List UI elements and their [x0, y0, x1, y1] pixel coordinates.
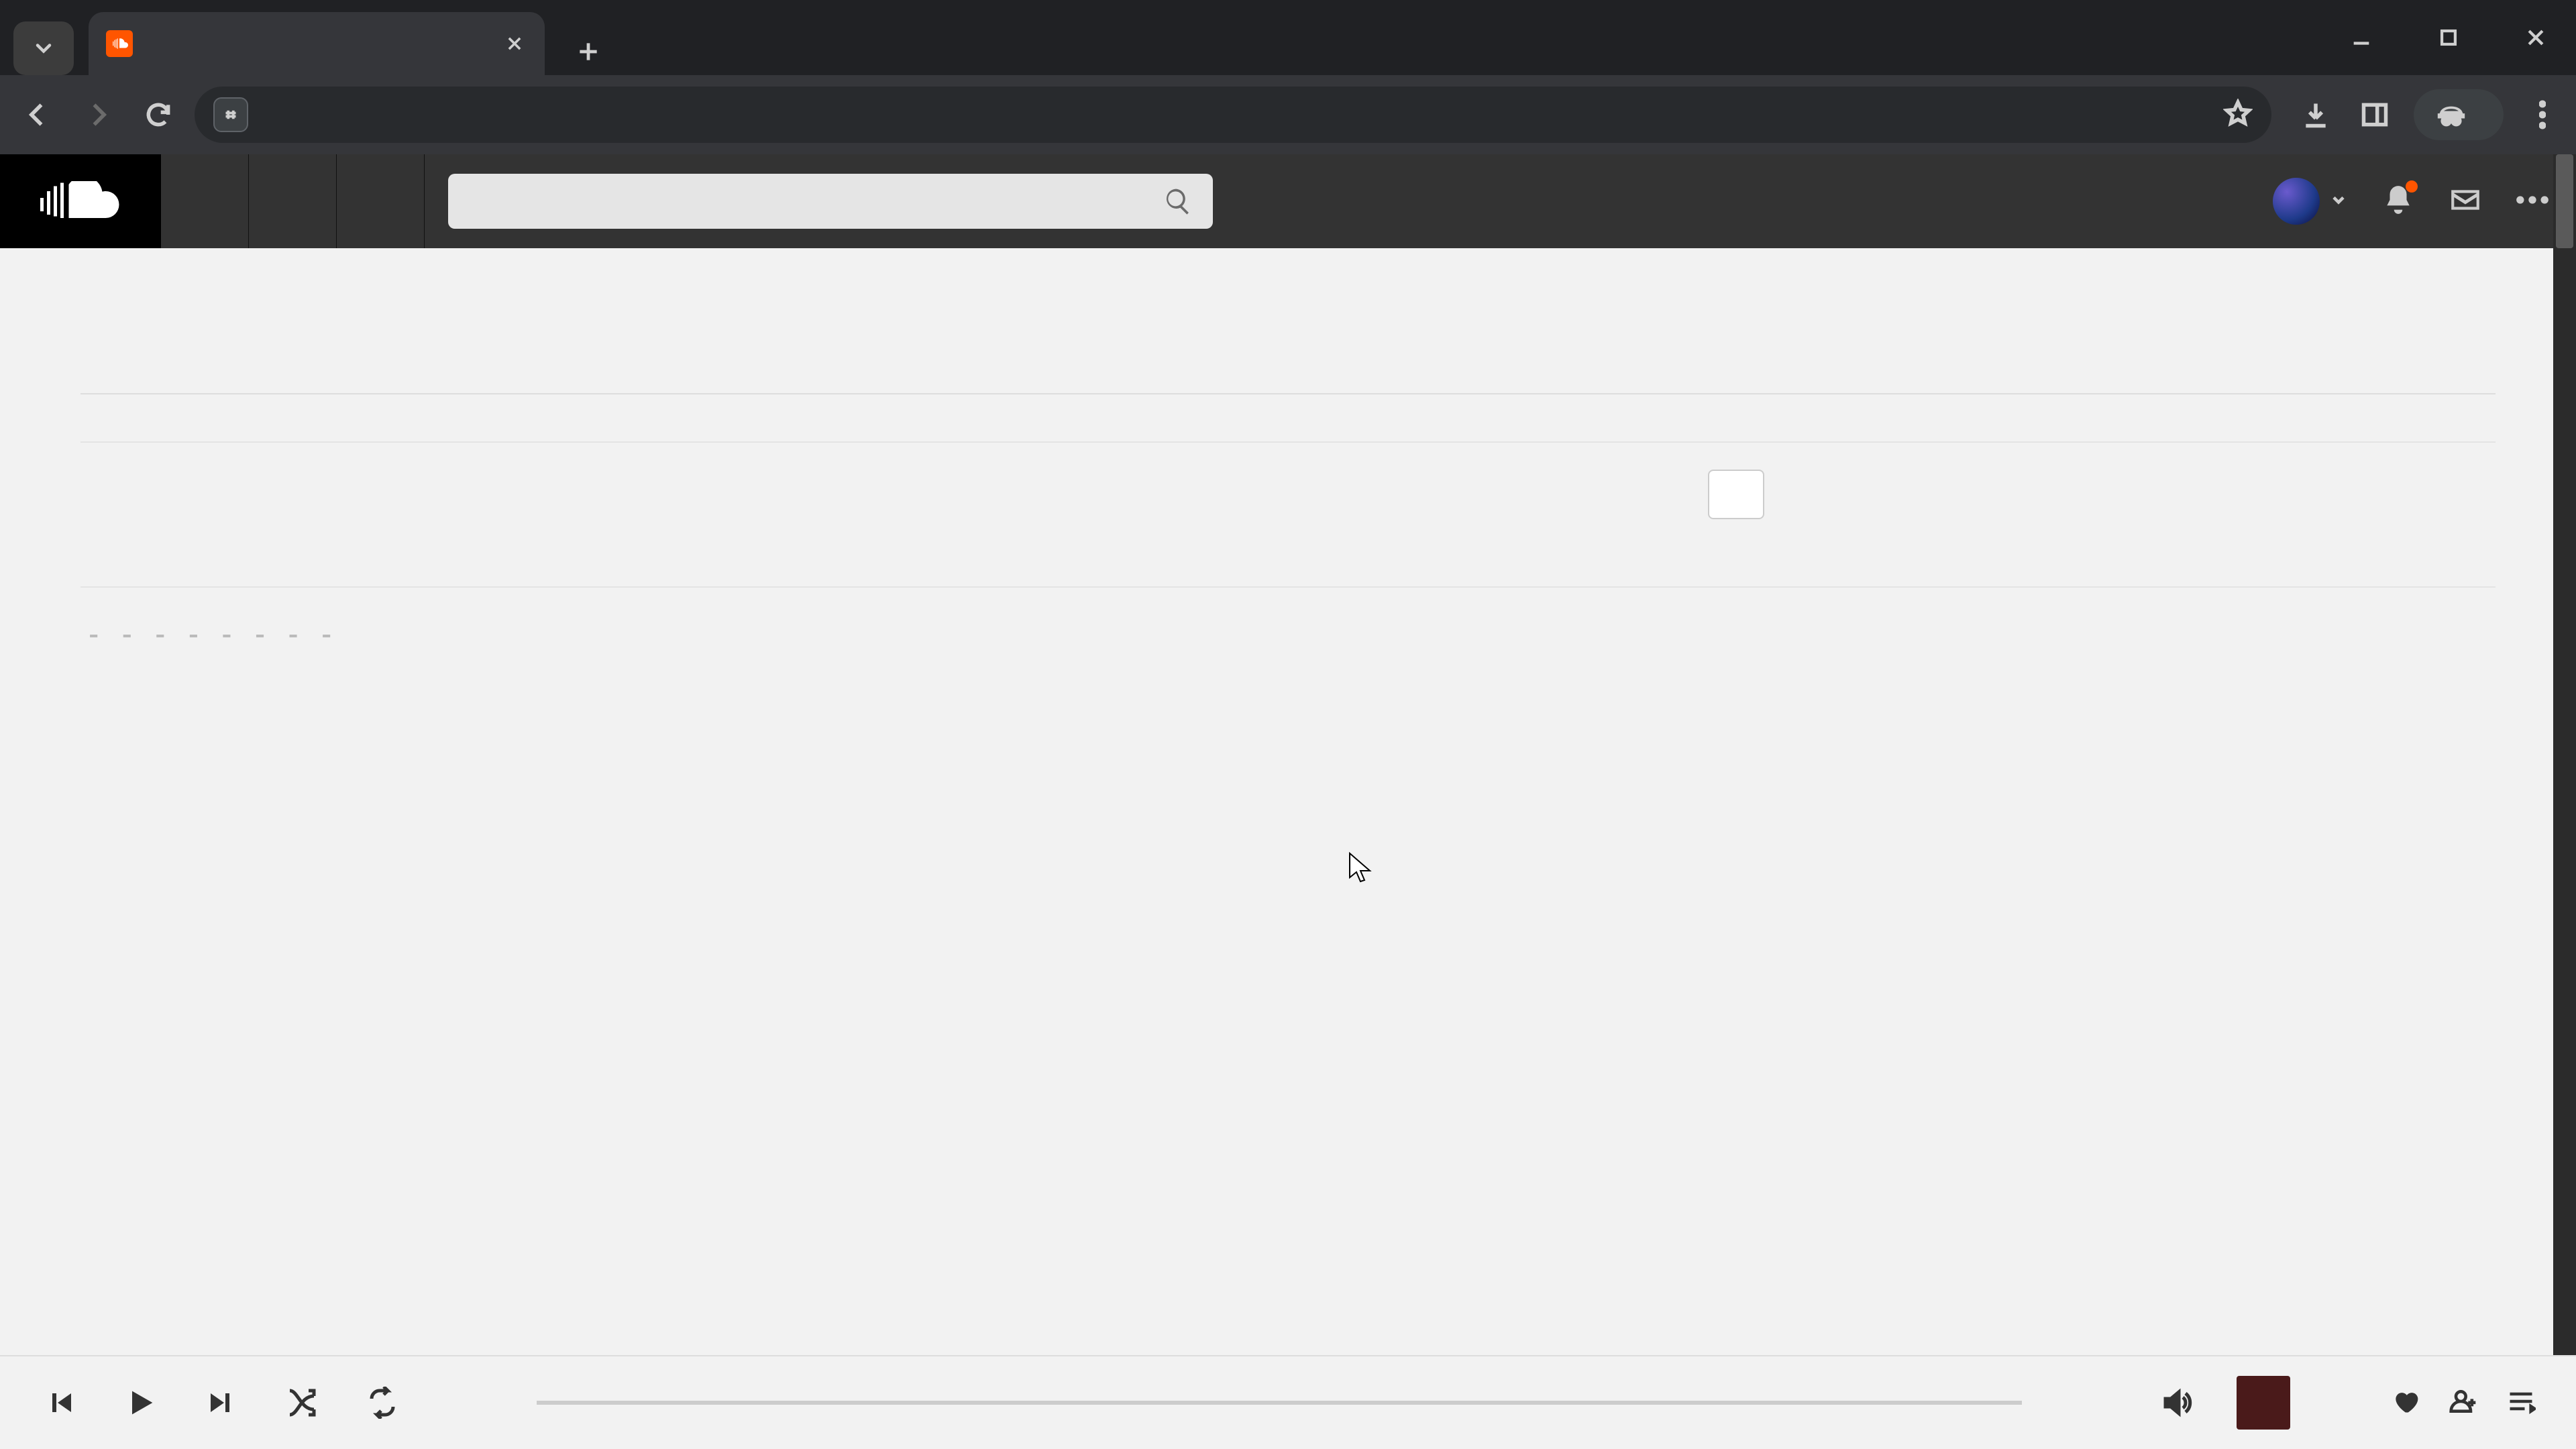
soundcloud-logo[interactable] [0, 154, 161, 248]
browser-toolbar [0, 75, 2576, 154]
nav-home[interactable] [161, 154, 249, 248]
browser-tab-active[interactable] [89, 12, 545, 75]
incognito-indicator[interactable] [2414, 89, 2504, 140]
volume-button[interactable] [2156, 1383, 2196, 1423]
new-tab-button[interactable] [565, 28, 612, 75]
settings-tabs [80, 376, 2496, 394]
downloads-button[interactable] [2296, 95, 2336, 135]
nav-feed[interactable] [249, 154, 337, 248]
window-minimize-button[interactable] [2341, 17, 2381, 58]
notification-dot-icon [2406, 180, 2418, 193]
progress-bar[interactable] [537, 1401, 2022, 1405]
site-header [0, 154, 2576, 248]
mouse-cursor-icon [1348, 852, 1375, 884]
shuffle-button[interactable] [282, 1383, 322, 1423]
soundcloud-favicon [106, 30, 133, 57]
search-icon [1163, 186, 1193, 216]
forward-button[interactable] [74, 91, 122, 139]
tabs-divider [80, 393, 2496, 394]
tab-search-dropdown[interactable] [13, 21, 74, 75]
next-track-button[interactable] [201, 1383, 241, 1423]
site-info-icon[interactable] [213, 97, 248, 132]
window-maximize-button[interactable] [2428, 17, 2469, 58]
like-button[interactable] [2391, 1387, 2420, 1419]
footer-divider [80, 586, 2496, 588]
avatar [2273, 178, 2320, 225]
chevron-down-icon [2329, 191, 2348, 213]
browser-menu-button[interactable] [2522, 95, 2563, 135]
music-player [0, 1355, 2576, 1449]
play-button[interactable] [121, 1383, 161, 1423]
notifications-button[interactable] [2381, 183, 2415, 220]
partners-list-button[interactable] [1708, 470, 1764, 519]
more-menu-button[interactable] [2516, 183, 2549, 220]
tab-close-button[interactable] [503, 32, 526, 55]
prev-track-button[interactable] [40, 1383, 80, 1423]
page-viewport: ⁃ ⁃ ⁃ ⁃ ⁃ ⁃ ⁃ ⁃ [0, 154, 2576, 1355]
page-scrollbar[interactable] [2553, 154, 2576, 1355]
track-artwork [2237, 1376, 2290, 1430]
follow-button[interactable] [2449, 1387, 2478, 1419]
queue-button[interactable] [2506, 1387, 2536, 1419]
messages-button[interactable] [2449, 183, 2482, 220]
bookmark-star-icon[interactable] [2223, 99, 2253, 131]
browser-titlebar [0, 0, 2576, 75]
back-button[interactable] [13, 91, 62, 139]
reload-button[interactable] [134, 91, 182, 139]
repeat-button[interactable] [362, 1383, 402, 1423]
footer-links: ⁃ ⁃ ⁃ ⁃ ⁃ ⁃ ⁃ ⁃ [80, 614, 2496, 660]
now-playing[interactable] [2237, 1376, 2310, 1430]
section-divider [80, 441, 2496, 443]
scrollbar-thumb[interactable] [2556, 154, 2573, 248]
window-close-button[interactable] [2516, 17, 2556, 58]
search-input[interactable] [448, 174, 1213, 229]
user-menu[interactable] [2273, 178, 2348, 225]
address-bar[interactable] [195, 87, 2271, 143]
nav-library[interactable] [337, 154, 425, 248]
sidepanel-button[interactable] [2355, 95, 2395, 135]
